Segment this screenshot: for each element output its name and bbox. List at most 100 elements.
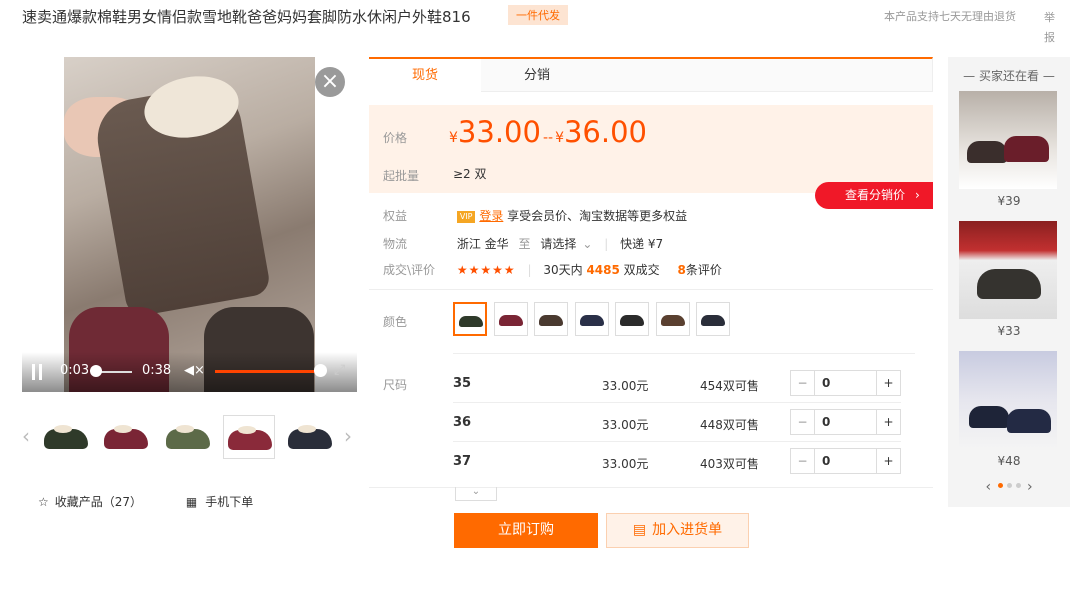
thumbnail[interactable]	[100, 415, 152, 459]
swatch-shoe	[660, 315, 685, 326]
order-now-button[interactable]: 立即订购	[454, 513, 598, 548]
color-swatch[interactable]	[655, 302, 690, 336]
logistics-label: 物流	[383, 237, 408, 251]
thumbnail-fur	[298, 425, 316, 433]
quantity-input[interactable]: 0	[822, 415, 830, 429]
volume-knob[interactable]	[314, 364, 327, 377]
add-to-purchase-list-button[interactable]: ▤ 加入进货单	[606, 513, 749, 548]
sidebar-title: — 买家还在看 —	[963, 69, 1055, 83]
rights-text: 享受会员价、淘宝数据等更多权益	[507, 209, 688, 223]
swatch-shoe	[539, 315, 563, 326]
dropship-badge: 一件代发	[508, 5, 568, 25]
thumbnail[interactable]	[162, 415, 214, 459]
favorite-button[interactable]: ☆ 收藏产品（27）	[38, 495, 142, 509]
currency-symbol: ¥	[449, 130, 458, 146]
sidebar-price: ¥39	[997, 194, 1021, 208]
size-label: 尺码	[383, 378, 408, 392]
deal-label: 成交\评价	[383, 263, 436, 277]
color-swatch[interactable]	[615, 302, 649, 336]
min-order-label: 起批量	[383, 169, 420, 183]
size-value: 36	[453, 415, 472, 430]
video-total-time: 0:38	[142, 363, 172, 378]
section-divider	[453, 353, 915, 354]
size-value: 35	[453, 376, 472, 391]
close-icon[interactable]: ×	[315, 67, 345, 97]
thumbnail[interactable]	[223, 415, 275, 459]
review-suffix[interactable]: 条评价	[686, 263, 722, 277]
tab-spot[interactable]: 现货	[369, 59, 481, 92]
rating-stars: ★★★★★	[456, 263, 516, 277]
swatch-shoe	[579, 315, 604, 326]
page-dot[interactable]	[1015, 483, 1021, 488]
quantity-stepper: − 0 +	[790, 370, 901, 396]
plus-icon[interactable]: +	[876, 371, 900, 395]
color-swatch[interactable]	[696, 302, 730, 336]
color-swatch[interactable]	[574, 302, 609, 336]
size-row: 37 33.00元 403双可售 − 0 +	[453, 442, 901, 481]
fullscreen-icon[interactable]: ⤢	[334, 362, 345, 378]
shoe-image	[977, 269, 1041, 299]
size-price: 33.00元	[602, 457, 649, 471]
minus-icon[interactable]: −	[791, 410, 815, 434]
color-swatch[interactable]	[534, 302, 568, 336]
page-dot[interactable]	[997, 483, 1003, 488]
plus-icon[interactable]: +	[876, 410, 900, 434]
color-label: 颜色	[383, 315, 408, 329]
destination-select[interactable]: 请选择 ⌄	[540, 237, 592, 251]
section-divider	[369, 487, 933, 488]
sidebar-pagination: ‹ ›	[948, 479, 1070, 495]
chevron-left-icon[interactable]: ‹	[985, 479, 991, 495]
minus-icon[interactable]: −	[791, 371, 815, 395]
swatch-shoe	[701, 315, 725, 326]
return-policy-note: 本产品支持七天无理由退货	[884, 10, 1016, 23]
pause-icon[interactable]	[32, 364, 42, 380]
size-price: 33.00元	[602, 379, 649, 393]
thumbnail[interactable]	[284, 415, 336, 459]
purchase-tabs: 现货 分销	[369, 57, 933, 92]
sidebar-product-image[interactable]	[959, 351, 1057, 449]
size-row: 35 33.00元 454双可售 − 0 +	[453, 364, 901, 403]
size-price: 33.00元	[602, 418, 649, 432]
minus-icon[interactable]: −	[791, 449, 815, 473]
mobile-order-button[interactable]: ▦ 手机下单	[186, 495, 253, 509]
thumbnail-fur	[114, 425, 132, 433]
color-swatch[interactable]	[453, 302, 487, 336]
chevron-left-icon[interactable]: ‹	[22, 424, 30, 448]
logistics-origin: 浙江 金华	[456, 237, 509, 251]
destination-select-label: 请选择	[540, 237, 577, 251]
shoe-image	[969, 406, 1009, 428]
product-video[interactable]	[64, 57, 315, 392]
report-link[interactable]: 举报	[1044, 8, 1056, 48]
review-count[interactable]: 8	[678, 263, 686, 277]
product-title: 速卖通爆款棉鞋男女情侣款雪地靴爸爸妈妈套脚防水休闲户外鞋816	[22, 8, 471, 26]
swatch-shoe	[459, 316, 483, 327]
sidebar-product-image[interactable]	[959, 91, 1057, 189]
plus-icon[interactable]: +	[876, 449, 900, 473]
size-stock: 448双可售	[700, 418, 759, 432]
page-dot[interactable]	[1006, 483, 1012, 488]
size-row: 36 33.00元 448双可售 − 0 +	[453, 403, 901, 442]
chevron-right-icon[interactable]: ›	[1027, 479, 1033, 495]
thumbnail[interactable]	[40, 415, 92, 459]
cart-button-label: 加入进货单	[652, 522, 723, 538]
volume-icon[interactable]: ◀×	[184, 363, 205, 378]
login-link[interactable]: 登录	[479, 209, 503, 223]
expand-sizes-button[interactable]: ⌄	[455, 487, 497, 501]
price-label: 价格	[383, 131, 408, 145]
video-progress-knob[interactable]	[90, 365, 102, 377]
sidebar-product-image[interactable]	[959, 221, 1057, 319]
tab-distribution[interactable]: 分销	[481, 59, 593, 92]
view-distribution-price-button[interactable]: 查看分销价 ›	[815, 182, 933, 209]
quantity-input[interactable]: 0	[822, 376, 830, 390]
chevron-down-icon: ⌄	[582, 237, 593, 251]
deal-suffix: 双成交	[623, 263, 660, 277]
shoe-image	[967, 141, 1007, 163]
vip-icon: VIP	[456, 211, 476, 223]
quantity-input[interactable]: 0	[822, 454, 830, 468]
color-swatch[interactable]	[493, 302, 528, 336]
min-order-value: ≥2 双	[453, 167, 487, 181]
chevron-right-icon[interactable]: ›	[344, 424, 352, 448]
dist-button-label: 查看分销价	[845, 188, 906, 202]
volume-track[interactable]	[215, 370, 320, 373]
currency-symbol: ¥	[555, 130, 564, 146]
